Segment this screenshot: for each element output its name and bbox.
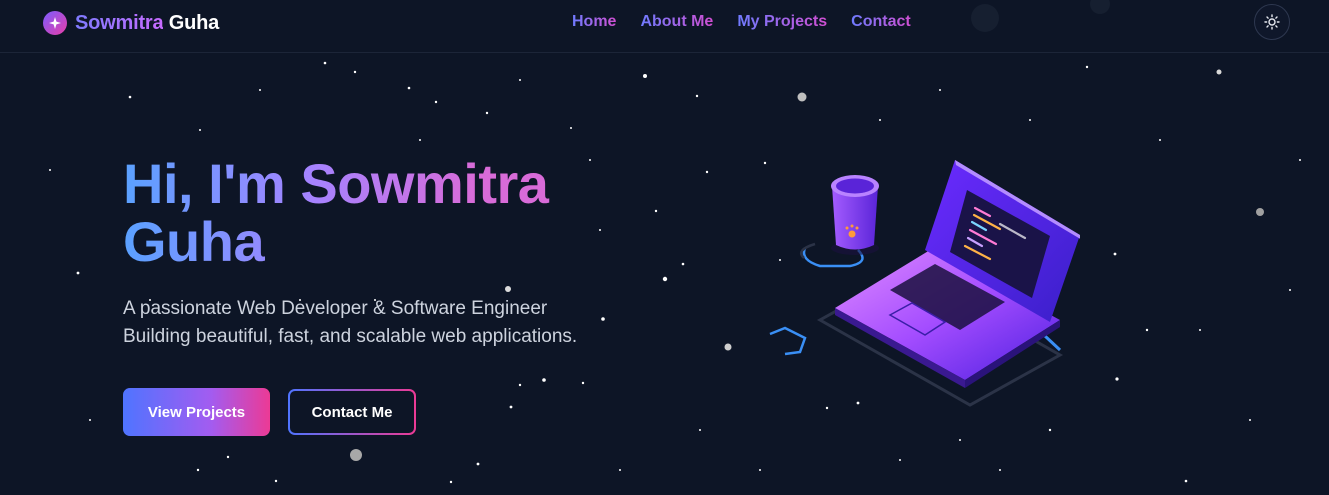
theme-toggle-button[interactable]	[1254, 4, 1290, 40]
hero-title-line-1: Hi, I'm Sowmitra	[123, 152, 549, 215]
brand-logo[interactable]: Sowmitra Guha	[43, 11, 219, 35]
hero-subtitle-line-2: Building beautiful, fast, and scalable w…	[123, 326, 578, 347]
nav-about-me[interactable]: About Me	[640, 13, 713, 31]
sun-icon	[1264, 14, 1280, 30]
brand-last-name: Guha	[168, 11, 220, 34]
hero-subtitle-line-1: A passionate Web Developer & Software En…	[123, 298, 548, 319]
nav-my-projects[interactable]: My Projects	[737, 13, 827, 31]
site-header: Sowmitra Guha Home About Me My Projects …	[0, 0, 1329, 53]
contact-me-button[interactable]: Contact Me	[288, 389, 416, 435]
hero-section: Hi, I'm Sowmitra Guha A passionate Web D…	[123, 155, 683, 351]
brand-first-name: Sowmitra	[75, 11, 164, 34]
hero-title-line-2: Guha	[123, 210, 265, 273]
laptop-and-cup-illustration	[769, 160, 1080, 407]
hero-title: Hi, I'm Sowmitra Guha	[123, 155, 593, 271]
contact-me-label: Contact Me	[290, 391, 414, 433]
hero-subtitle: A passionate Web Developer & Software En…	[123, 295, 683, 351]
nav-home[interactable]: Home	[572, 13, 616, 31]
main-nav: Home About Me My Projects Contact	[572, 13, 911, 31]
nav-contact[interactable]: Contact	[851, 13, 911, 31]
view-projects-button[interactable]: View Projects	[123, 388, 270, 436]
brand-name: Sowmitra Guha	[75, 12, 219, 35]
sparkle-icon	[43, 11, 67, 35]
